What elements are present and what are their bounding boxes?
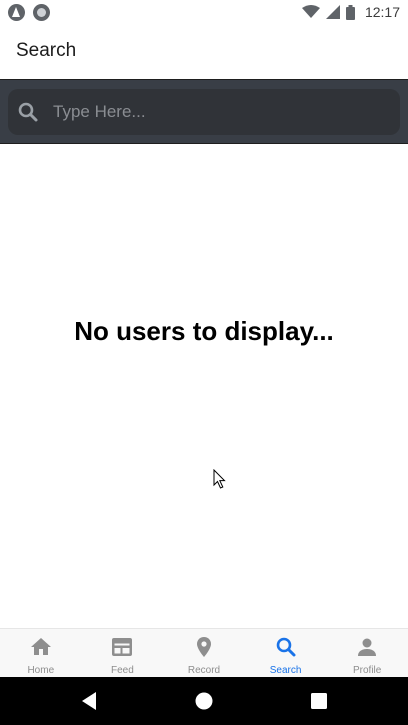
location-pin-icon: [196, 637, 211, 657]
tab-record[interactable]: Record: [163, 629, 245, 677]
feed-icon: [112, 638, 133, 656]
tab-profile-label: Profile: [352, 665, 382, 676]
mouse-cursor-icon: [213, 469, 226, 489]
search-icon: [276, 637, 296, 657]
back-icon[interactable]: [80, 691, 98, 711]
tab-record-label: Record: [187, 665, 221, 676]
status-bar: 12:17: [0, 0, 408, 24]
status-left-icons: [8, 4, 50, 21]
status-time: 12:17: [364, 4, 400, 20]
wifi-icon: [301, 5, 320, 18]
tab-home[interactable]: Home: [0, 629, 82, 677]
tab-home-label: Home: [27, 665, 55, 676]
tab-feed-label: Feed: [110, 665, 134, 676]
signal-icon: [325, 5, 340, 19]
search-input[interactable]: [53, 89, 388, 135]
tab-search-label: Search: [269, 665, 302, 676]
app-indicator-icon: [8, 4, 25, 21]
home-icon: [30, 638, 51, 655]
recents-icon[interactable]: [310, 691, 328, 711]
system-navigation-bar: [0, 677, 408, 725]
tab-feed[interactable]: Feed: [82, 629, 164, 677]
search-field[interactable]: [8, 89, 400, 135]
record-indicator-icon: [33, 4, 50, 21]
status-right-icons: 12:17: [301, 2, 400, 22]
page-title: Search: [16, 40, 77, 61]
empty-state-message: No users to display...: [74, 316, 334, 346]
person-icon: [358, 638, 377, 656]
bottom-tab-bar: Home Feed Record Search Profile: [0, 628, 408, 677]
app-bar: Search: [0, 24, 408, 79]
search-bar-container: [0, 79, 408, 144]
search-icon: [18, 102, 38, 122]
battery-icon: [345, 4, 355, 20]
home-circle-icon[interactable]: [194, 691, 214, 711]
tab-search[interactable]: Search: [245, 629, 327, 677]
tab-profile[interactable]: Profile: [326, 629, 408, 677]
